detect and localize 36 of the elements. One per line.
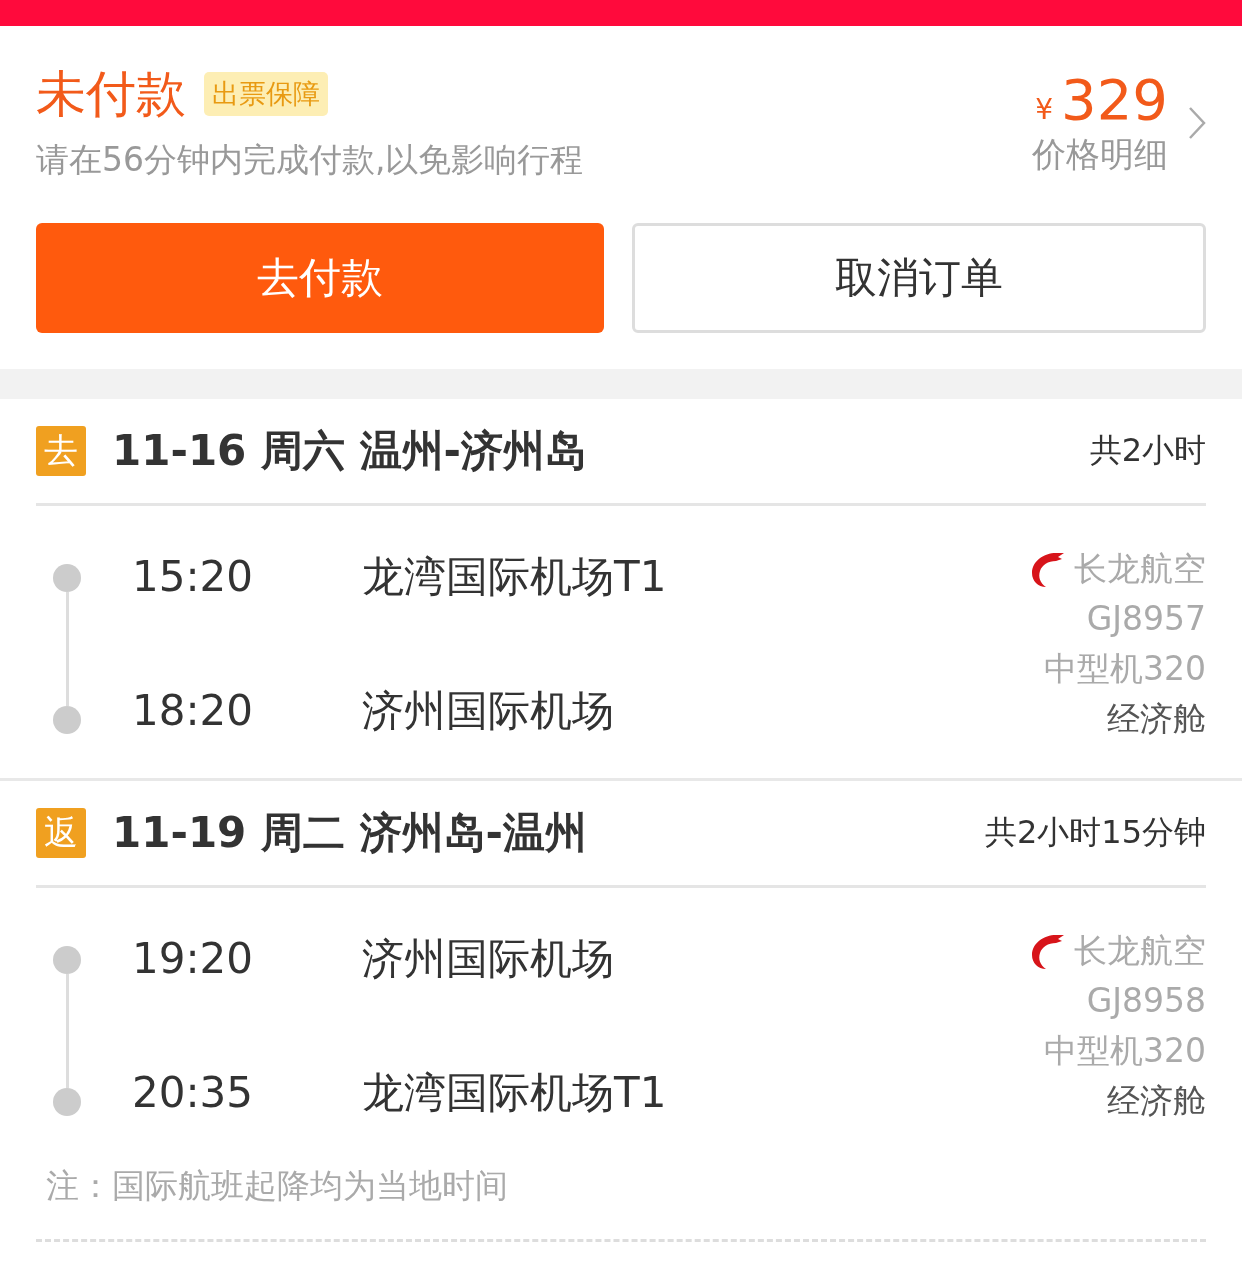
flight-number: GJ8957	[1086, 598, 1206, 640]
arrival-airport: 龙湾国际机场T1	[362, 1067, 667, 1119]
segment-title: 11-16 周六 温州-济州岛	[112, 425, 588, 477]
timeline-dot	[53, 706, 81, 734]
flight-duration: 共2小时15分钟	[984, 812, 1206, 853]
arrival-time: 18:20	[132, 685, 255, 737]
aircraft-type: 中型机320	[1044, 648, 1206, 690]
flight-number: GJ8958	[1086, 980, 1206, 1022]
cabin-class: 经济舱	[1107, 1080, 1206, 1122]
departure-time: 15:20	[132, 551, 255, 603]
order-status: 未付款	[36, 64, 186, 125]
cancel-order-button[interactable]: 取消订单	[632, 223, 1206, 333]
direction-tag: 返	[36, 808, 86, 858]
timeline-dot	[53, 1088, 81, 1116]
segment-title: 11-19 周二 济州岛-温州	[112, 807, 588, 859]
payment-notice: 请在56分钟内完成付款,以免影响行程	[36, 139, 584, 181]
local-time-note: 注：国际航班起降均为当地时间	[45, 1165, 509, 1207]
timeline-dot	[53, 564, 81, 592]
flight-duration: 共2小时	[1089, 430, 1206, 471]
direction-tag: 去	[36, 426, 86, 476]
guarantee-badge: 出票保障	[204, 72, 328, 116]
currency-symbol: ¥	[1035, 92, 1054, 126]
departure-airport: 龙湾国际机场T1	[362, 551, 667, 603]
arrival-time: 20:35	[132, 1067, 255, 1119]
cabin-class: 经济舱	[1107, 698, 1206, 740]
departure-airport: 济州国际机场	[362, 933, 614, 985]
arrival-airport: 济州国际机场	[362, 685, 614, 737]
airline-name: 长龙航空	[1074, 548, 1206, 590]
price-details-link[interactable]: 价格明细	[1032, 131, 1168, 178]
chevron-right-icon[interactable]	[1188, 105, 1206, 140]
aircraft-type: 中型机320	[1044, 1030, 1206, 1072]
timeline-dot	[53, 946, 81, 974]
pay-button[interactable]: 去付款	[36, 223, 604, 333]
total-price: 329	[1061, 67, 1168, 132]
airline-name: 长龙航空	[1074, 930, 1206, 972]
departure-time: 19:20	[132, 933, 255, 985]
